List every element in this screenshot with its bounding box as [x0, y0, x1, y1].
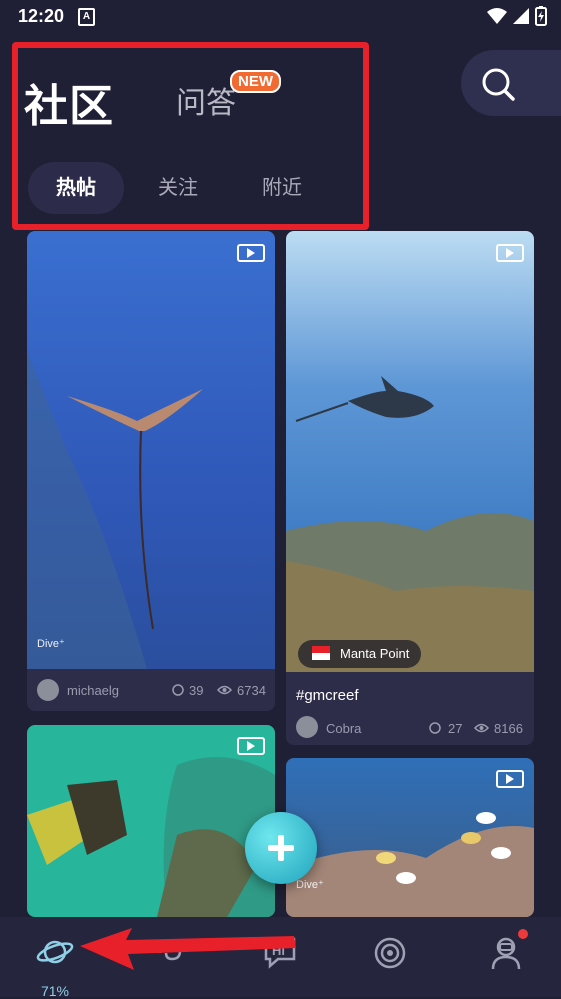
notification-dot: [518, 929, 528, 939]
status-icons: [487, 6, 547, 26]
watermark: Dive⁺: [37, 638, 65, 650]
video-icon: [496, 244, 524, 262]
search-icon: [482, 68, 515, 101]
annotation-box: [12, 42, 369, 230]
comment-icon: [429, 722, 441, 734]
search-button[interactable]: [461, 50, 561, 116]
status-bar: 12:20 A: [0, 0, 561, 32]
add-post-button[interactable]: [245, 812, 317, 884]
comment-icon: [172, 684, 184, 696]
eye-icon: [217, 685, 232, 695]
video-icon: [237, 737, 265, 755]
wifi-icon: [487, 8, 507, 24]
post-card[interactable]: [27, 725, 275, 917]
post-meta: Cobra 27 8166: [286, 709, 534, 745]
nav-discover[interactable]: [360, 929, 420, 989]
author-name[interactable]: michaelg: [67, 683, 119, 698]
post-card[interactable]: Dive⁺ michaelg 39 6734: [27, 231, 275, 711]
notification-icon: A: [78, 8, 95, 26]
post-caption: #gmcreef: [296, 687, 359, 704]
post-meta: michaelg 39 6734: [27, 669, 275, 711]
view-count: 8166: [494, 721, 523, 736]
video-icon: [237, 244, 265, 262]
video-icon: [496, 770, 524, 788]
watermark: Dive⁺: [296, 879, 324, 891]
avatar[interactable]: [296, 716, 318, 738]
avatar[interactable]: [37, 679, 59, 701]
comment-count: 39: [189, 683, 204, 698]
spiral-icon: [374, 937, 406, 969]
comment-count: 27: [448, 721, 463, 736]
location-label: Manta Point: [340, 646, 410, 661]
post-photo: [286, 231, 534, 672]
annotation-arrow: [80, 928, 296, 970]
diver-profile-icon: [491, 937, 521, 970]
view-count: 6734: [237, 683, 266, 698]
eye-icon: [474, 723, 489, 733]
planet-icon: [36, 940, 74, 964]
author-name[interactable]: Cobra: [326, 721, 361, 736]
status-time: 12:20: [18, 6, 65, 26]
nav-community[interactable]: 71%: [25, 929, 85, 999]
battery-icon: [535, 6, 547, 26]
nav-profile[interactable]: [478, 929, 538, 989]
post-card[interactable]: Manta Point #gmcreef Cobra 27 8166: [286, 231, 534, 745]
signal-icon: [513, 8, 529, 24]
post-card[interactable]: Dive⁺: [286, 758, 534, 917]
location-tag[interactable]: Manta Point: [298, 640, 422, 668]
flag-icon: [312, 646, 330, 660]
post-photo: [27, 231, 275, 669]
